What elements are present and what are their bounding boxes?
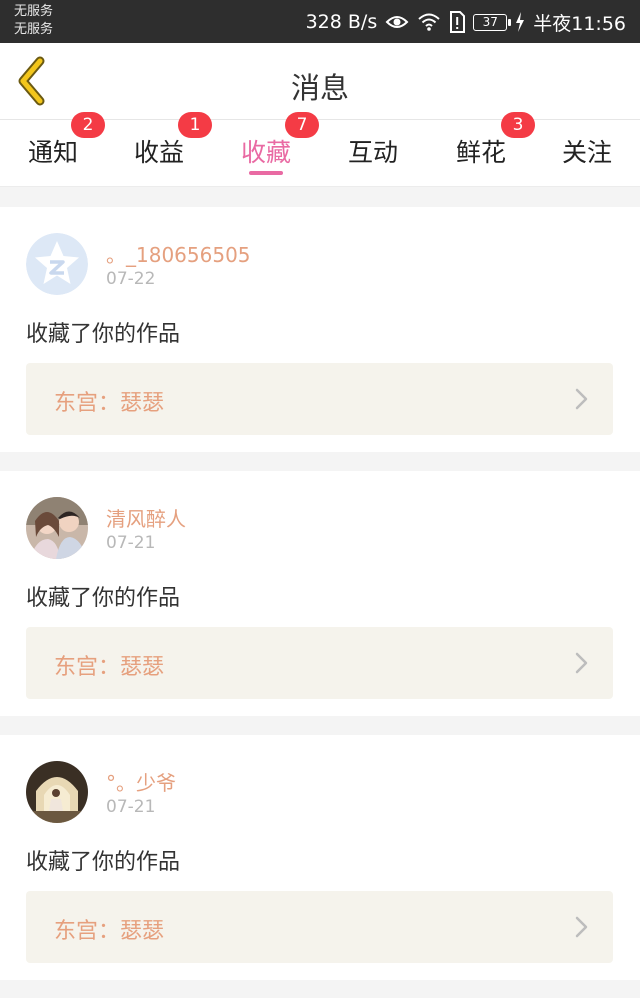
- page-title: 消息: [290, 71, 349, 105]
- avatar[interactable]: [26, 761, 88, 823]
- message-card: 清风醉人 07-21 收藏了你的作品 东宫：瑟瑟: [0, 471, 640, 716]
- sim-alert-icon: [449, 11, 466, 33]
- carrier-label-2: 无服务: [14, 22, 54, 37]
- work-title: 东宫：瑟瑟: [54, 919, 165, 944]
- chevron-right-icon: [575, 916, 588, 938]
- work-link[interactable]: 东宫：瑟瑟: [26, 891, 613, 963]
- tab-notifications[interactable]: 通知 2: [0, 112, 106, 187]
- notification-badge: 2: [71, 112, 105, 138]
- username[interactable]: 清风醉人: [106, 503, 186, 532]
- tab-favorites[interactable]: 收藏 7: [213, 112, 319, 187]
- message-card: °。少爷 07-21 收藏了你的作品 东宫：瑟瑟: [0, 735, 640, 980]
- user-photo-avatar: [26, 497, 88, 559]
- action-text: 收藏了你的作品: [26, 586, 181, 611]
- eye-icon: [385, 13, 409, 31]
- username[interactable]: °。少爷: [106, 767, 176, 796]
- status-bar: 无服务 无服务 328 B/s 37 半夜11:56: [0, 0, 640, 43]
- notification-badge: 1: [178, 112, 212, 138]
- avatar[interactable]: [26, 497, 88, 559]
- tab-flowers[interactable]: 鲜花 3: [428, 112, 535, 187]
- qq-star-avatar-icon: [26, 233, 88, 295]
- message-date: 07-21: [106, 797, 156, 817]
- tab-label: 收藏: [240, 138, 291, 167]
- tab-label: 互动: [347, 138, 398, 167]
- tab-label: 鲜花: [455, 138, 506, 167]
- work-title: 东宫：瑟瑟: [54, 655, 165, 680]
- network-speed: 328 B/s: [305, 11, 378, 33]
- message-date: 07-21: [106, 533, 156, 553]
- chevron-right-icon: [575, 388, 588, 410]
- tab-label: 收益: [133, 138, 184, 167]
- notification-badge: 3: [501, 112, 535, 138]
- battery-icon: 37: [473, 13, 512, 31]
- chevron-right-icon: [575, 652, 588, 674]
- message-card: 。_180656505 07-22 收藏了你的作品 东宫：瑟瑟: [0, 207, 640, 452]
- status-icons: 328 B/s 37 半夜11:56: [306, 8, 626, 36]
- clock: 半夜11:56: [533, 12, 626, 35]
- action-text: 收藏了你的作品: [26, 850, 181, 875]
- tab-follows[interactable]: 关注: [534, 120, 640, 187]
- work-link[interactable]: 东宫：瑟瑟: [26, 627, 613, 699]
- work-link[interactable]: 东宫：瑟瑟: [26, 363, 613, 435]
- action-text: 收藏了你的作品: [26, 322, 181, 347]
- wifi-icon: [417, 12, 441, 32]
- charging-icon: [515, 12, 525, 32]
- work-title: 东宫：瑟瑟: [54, 391, 165, 416]
- username[interactable]: 。_180656505: [106, 239, 251, 268]
- active-tab-indicator: [249, 171, 283, 175]
- message-date: 07-22: [106, 269, 156, 289]
- tab-bar: 通知 2 收益 1 收藏 7 互动 鲜花 3 关注: [0, 112, 640, 187]
- tab-label: 通知: [27, 138, 78, 167]
- tab-interactions[interactable]: 互动: [320, 120, 426, 187]
- carrier-label-1: 无服务: [14, 4, 54, 19]
- avatar[interactable]: [26, 233, 88, 295]
- tab-earnings[interactable]: 收益 1: [106, 112, 212, 187]
- notification-badge: 7: [285, 112, 319, 138]
- carrier-info: 无服务 无服务: [14, 3, 53, 39]
- app-header: 消息: [0, 43, 640, 120]
- tab-label: 关注: [561, 138, 612, 167]
- user-photo-avatar: [26, 761, 88, 823]
